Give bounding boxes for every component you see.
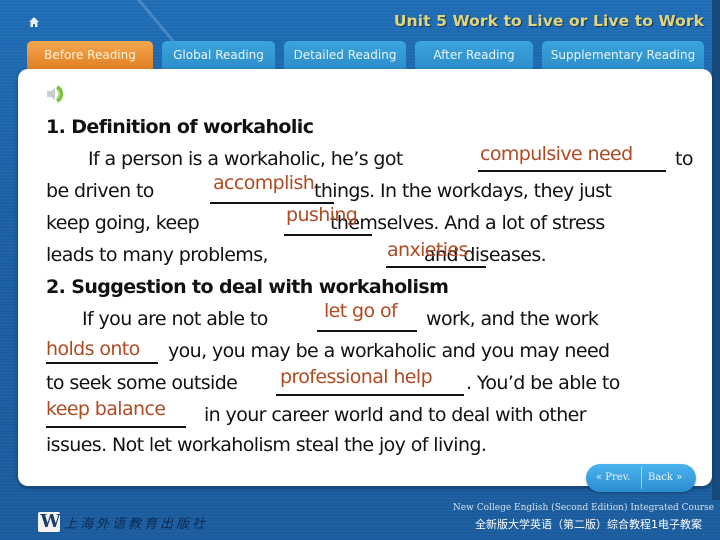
text: to — [675, 148, 693, 170]
tab-after-reading[interactable]: After Reading — [415, 41, 533, 70]
back-button[interactable]: Back » — [648, 464, 682, 492]
text: keep going, keep — [46, 212, 200, 234]
prev-button[interactable]: « Prev. — [596, 464, 630, 492]
tab-detailed-reading[interactable]: Detailed Reading — [284, 41, 406, 70]
text: things. In the workdays, they just — [314, 180, 612, 202]
section2-line1: If you are not able to let go of work, a… — [46, 300, 706, 332]
tab-supplementary-reading[interactable]: Supplementary Reading — [542, 41, 704, 70]
section2-heading: 2. Suggestion to deal with workaholism — [46, 276, 449, 298]
section2-line3: to seek some outside professional help .… — [46, 366, 706, 396]
section1-line3: keep going, keep themselves. And a lot o… — [46, 204, 706, 236]
text: work, and the work — [426, 308, 599, 330]
home-icon[interactable] — [28, 16, 40, 28]
text: themselves. And a lot of stress — [330, 212, 605, 234]
section1-line2: be driven to things. In the workdays, th… — [46, 172, 706, 204]
nav-divider — [641, 467, 642, 489]
section1-heading: 1. Definition of workaholic — [46, 116, 314, 138]
publisher-brand: W 上海外语教育出版社 — [38, 512, 208, 532]
section1-line1: If a person is a workaholic, he’s got co… — [46, 143, 706, 172]
answer-accomplish: accomplish — [213, 172, 315, 194]
nav-button-group: « Prev. Back » — [586, 464, 696, 492]
course-title-chinese: 全新版大学英语（第二版）综合教程1电子教案 — [475, 518, 702, 531]
answer-keep-balance: keep balance — [46, 398, 166, 420]
section2-line4: keep balance in your career world and to… — [46, 398, 706, 428]
answer-pushing: pushing — [286, 204, 358, 226]
section2-line2: holds onto you, you may be a workaholic … — [46, 338, 706, 364]
text: in your career world and to deal with ot… — [204, 404, 587, 426]
answer-holds-onto: holds onto — [46, 338, 140, 360]
course-title-english: New College English (Second Edition) Int… — [452, 503, 714, 513]
text: be driven to — [46, 180, 154, 202]
speaker-icon[interactable] — [46, 84, 68, 104]
unit-title: Unit 5 Work to Live or Live to Work — [393, 12, 704, 30]
tab-global-reading[interactable]: Global Reading — [162, 41, 275, 70]
answer-anxieties: anxieties — [387, 239, 468, 261]
text: leads to many problems, — [46, 244, 269, 266]
text: . You’d be able to — [466, 372, 620, 394]
answer-professional-help: professional help — [280, 366, 433, 388]
tab-before-reading[interactable]: Before Reading — [27, 41, 153, 70]
answer-compulsive-need: compulsive need — [480, 143, 633, 165]
answer-let-go-of: let go of — [324, 300, 398, 322]
section2-line5: issues. Not let workaholism steal the jo… — [46, 434, 487, 456]
section1-line4: leads to many problems, and diseases. an… — [46, 239, 706, 268]
text: If you are not able to — [82, 308, 268, 330]
right-edge-bar — [712, 0, 720, 500]
text: to seek some outside — [46, 372, 238, 394]
publisher-logo: W — [38, 512, 61, 532]
publisher-name: 上海外语教育出版社 — [64, 516, 209, 532]
text: you, you may be a workaholic and you may… — [168, 340, 610, 362]
text: If a person is a workaholic, he’s got — [88, 148, 403, 170]
